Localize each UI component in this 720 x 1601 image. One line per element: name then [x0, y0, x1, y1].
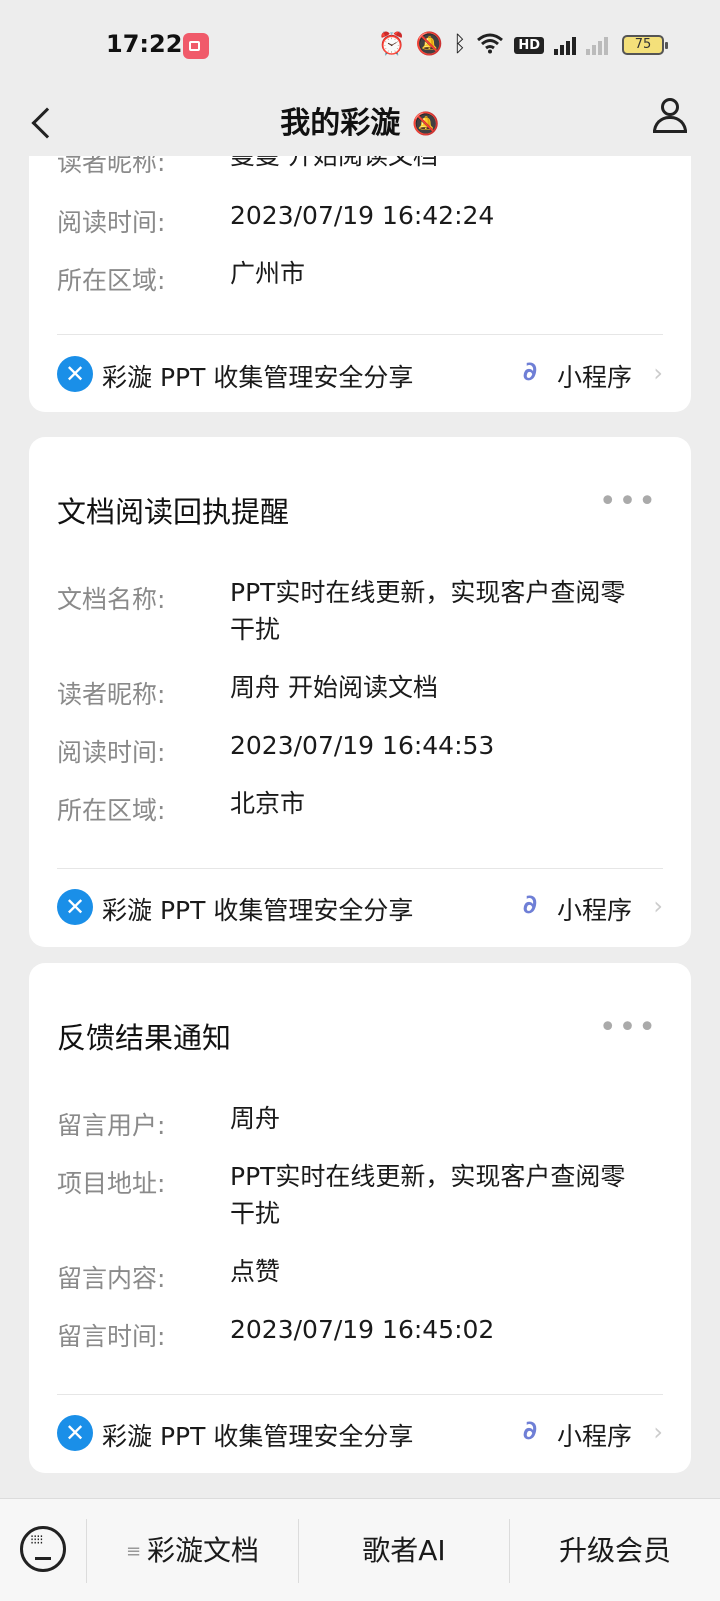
chevron-right-icon: ›	[653, 1418, 663, 1446]
bell-off-icon: 🔕	[415, 32, 444, 57]
row-label: 所在区域:	[57, 266, 166, 295]
hd-icon: HD	[514, 36, 544, 54]
menu-icon: ≡	[125, 1541, 142, 1562]
mini-program-icon: ∂	[522, 890, 537, 920]
row-label: 项目地址:	[57, 1169, 166, 1198]
tab-label: 歌者AI	[362, 1534, 446, 1567]
row-value: PPT实时在线更新，实现客户查阅零干扰	[230, 578, 626, 644]
app-name: 彩漩 PPT 收集管理安全分享	[102, 363, 414, 392]
row-label: 留言用户:	[57, 1111, 166, 1140]
bell-off-icon: 🔕	[412, 112, 440, 137]
signal-5g-icon	[554, 35, 576, 55]
app-header: 我的彩漩 🔕	[0, 90, 720, 156]
page-title: 我的彩漩 🔕	[0, 98, 720, 142]
message-card: 文档阅读回执提醒 ••• 文档名称: PPT实时在线更新，实现客户查阅零干扰 读…	[29, 437, 691, 947]
battery-icon: 75	[622, 35, 668, 55]
more-icon[interactable]: •••	[599, 1013, 658, 1043]
mini-program-icon: ∂	[522, 357, 537, 387]
bluetooth-icon: ᛒ	[453, 32, 467, 57]
row-value: 周舟	[230, 1104, 281, 1133]
divider	[57, 868, 663, 869]
card-footer[interactable]: ✕ 彩漩 PPT 收集管理安全分享 ∂ 小程序 ›	[57, 888, 663, 928]
row-value: 周舟 开始阅读文档	[230, 673, 438, 702]
divider	[57, 334, 663, 335]
card-title: 反馈结果通知	[57, 1021, 232, 1055]
card-footer[interactable]: ✕ 彩漩 PPT 收集管理安全分享 ∂ 小程序 ›	[57, 1414, 663, 1454]
row-label: 阅读时间:	[57, 738, 166, 767]
row-value: 北京市	[230, 789, 306, 818]
chevron-right-icon: ›	[653, 359, 663, 387]
row-value: 2023/07/19 16:44:53	[230, 731, 495, 760]
tab-label: 彩漩文档	[147, 1534, 260, 1567]
row-label: 留言内容:	[57, 1264, 166, 1293]
user-icon[interactable]	[650, 96, 690, 136]
card-title: 文档阅读回执提醒	[57, 495, 290, 529]
mini-program-label: 小程序	[556, 363, 632, 392]
row-label: 阅读时间:	[57, 208, 166, 237]
tab-singer-ai[interactable]: 歌者AI	[299, 1529, 509, 1573]
row-value: PPT实时在线更新，实现客户查阅零干扰	[230, 1162, 626, 1228]
row-value: 广州市	[230, 259, 306, 288]
divider	[57, 1394, 663, 1395]
mini-program-icon: ∂	[522, 1416, 537, 1446]
card-footer[interactable]: ✕ 彩漩 PPT 收集管理安全分享 ∂ 小程序 ›	[57, 355, 663, 395]
screen-record-icon	[183, 33, 209, 59]
app-logo-icon: ✕	[57, 889, 93, 925]
row-label: 所在区域:	[57, 796, 166, 825]
signal-icon	[586, 35, 608, 55]
app-logo-icon: ✕	[57, 356, 93, 392]
app-logo-icon: ✕	[57, 1415, 93, 1451]
chevron-right-icon: ›	[653, 892, 663, 920]
more-icon[interactable]: •••	[599, 487, 658, 517]
wifi-icon	[476, 32, 504, 59]
row-label: 留言时间:	[57, 1322, 166, 1351]
row-value: 2023/07/19 16:42:24	[230, 201, 495, 230]
tab-label: 升级会员	[558, 1534, 671, 1567]
keyboard-icon[interactable]	[20, 1526, 66, 1572]
app-name: 彩漩 PPT 收集管理安全分享	[102, 896, 414, 925]
page-title-text: 我的彩漩	[280, 106, 401, 141]
tab-caixuan-docs[interactable]: ≡ 彩漩文档	[87, 1529, 298, 1573]
status-time: 17:22	[106, 30, 183, 58]
row-label: 读者昵称:	[57, 680, 166, 709]
tab-upgrade-member[interactable]: 升级会员	[510, 1529, 720, 1573]
status-bar: 17:22 ⏰ 🔕 ᛒ HD 75	[0, 0, 720, 90]
row-value: 点赞	[230, 1257, 281, 1286]
mini-program-label: 小程序	[556, 1422, 632, 1451]
status-icons: ⏰ 🔕 ᛒ HD 75	[378, 30, 668, 60]
mini-program-label: 小程序	[556, 896, 632, 925]
row-value: 2023/07/19 16:45:02	[230, 1315, 495, 1344]
alarm-icon: ⏰	[378, 32, 406, 57]
row-label: 文档名称:	[57, 585, 166, 614]
message-card: 反馈结果通知 ••• 留言用户: 周舟 项目地址: PPT实时在线更新，实现客户…	[29, 963, 691, 1473]
app-name: 彩漩 PPT 收集管理安全分享	[102, 1422, 414, 1451]
bottom-menu-bar: ≡彩漩文档 歌者AI 升级会员	[0, 1498, 720, 1601]
